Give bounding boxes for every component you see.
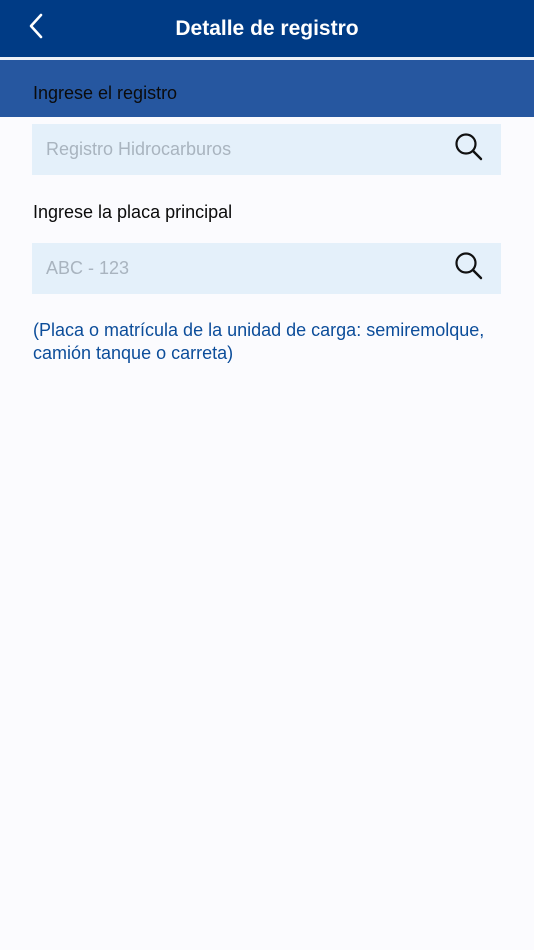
search-icon	[454, 132, 484, 167]
registro-search-button[interactable]	[443, 124, 495, 175]
placa-label: Ingrese la placa principal	[33, 202, 233, 222]
placa-hint-text: (Placa o matrícula de la unidad de carga…	[33, 320, 485, 363]
search-icon	[454, 251, 484, 286]
navigation-bar	[0, 0, 534, 57]
placa-search-button[interactable]	[443, 243, 495, 294]
placa-search-box	[32, 243, 501, 294]
registro-search-box	[32, 124, 501, 175]
placa-input[interactable]	[32, 243, 443, 294]
registro-label: Ingrese el registro	[33, 83, 178, 103]
chevron-left-icon	[28, 13, 44, 44]
registro-input[interactable]	[32, 124, 443, 175]
back-button[interactable]	[18, 10, 54, 46]
